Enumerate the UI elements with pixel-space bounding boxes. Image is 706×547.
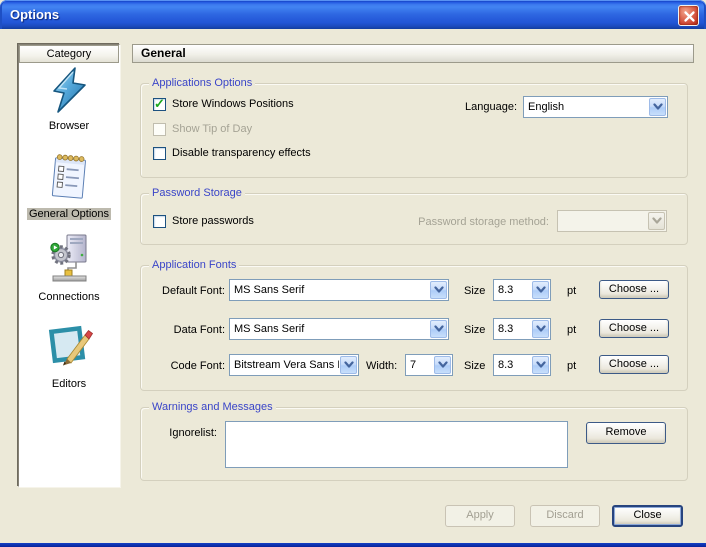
group-caption: Password Storage (149, 187, 245, 199)
sidebar-item-general-options[interactable]: General Options (19, 149, 119, 220)
code-font-size-value: 8.3 (498, 358, 531, 372)
checkbox-unchecked-icon[interactable] (153, 147, 166, 160)
data-font-label: Data Font: (149, 323, 225, 337)
default-font-size-value: 8.3 (498, 283, 531, 297)
data-font-size-select[interactable]: 8.3 (493, 318, 551, 340)
chevron-down-icon[interactable] (649, 98, 666, 116)
group-caption: Applications Options (149, 77, 255, 89)
options-dialog: Options Category (0, 0, 706, 547)
discard-button: Discard (530, 505, 600, 527)
choose-code-font-button[interactable]: Choose ... (599, 355, 669, 374)
titlebar[interactable]: Options (0, 0, 706, 29)
editor-frame-pencil-icon (45, 317, 93, 376)
data-font-size-value: 8.3 (498, 322, 531, 336)
size-label: Size (464, 284, 485, 298)
code-font-width-value: 7 (410, 358, 433, 372)
close-icon (682, 9, 697, 24)
checkbox-label: Store passwords (172, 215, 254, 227)
chevron-down-icon[interactable] (532, 320, 549, 338)
window-border-bottom (0, 543, 706, 547)
checkbox-label: Show Tip of Day (172, 123, 252, 135)
size-label: Size (464, 323, 485, 337)
checkbox-store-windows-positions[interactable]: Store Windows Positions (153, 97, 294, 111)
code-font-select[interactable]: Bitstream Vera Sans Mo (229, 354, 359, 376)
apply-button: Apply (445, 505, 515, 527)
checkbox-checked-icon[interactable] (153, 98, 166, 111)
size-label: Size (464, 359, 485, 373)
default-font-select[interactable]: MS Sans Serif (229, 279, 449, 301)
group-caption: Warnings and Messages (149, 401, 276, 413)
chevron-down-icon[interactable] (340, 356, 357, 374)
checkbox-show-tip-of-day: Show Tip of Day (153, 122, 252, 136)
chevron-down-icon[interactable] (532, 281, 549, 299)
language-label: Language: (441, 100, 517, 114)
page-title: General (132, 44, 694, 63)
sidebar-item-label: General Options (19, 208, 119, 220)
ignorelist-label: Ignorelist: (149, 426, 217, 440)
chevron-down-icon[interactable] (532, 356, 549, 374)
sidebar-item-label: Connections (19, 291, 119, 303)
language-value: English (528, 100, 648, 114)
sidebar-item-label: Browser (19, 120, 119, 132)
group-warnings-messages: Warnings and Messages Ignorelist: Remove (140, 407, 688, 481)
code-font-value: Bitstream Vera Sans Mo (234, 358, 339, 372)
code-font-label: Code Font: (149, 359, 225, 373)
group-caption: Application Fonts (149, 259, 239, 271)
data-font-value: MS Sans Serif (234, 322, 429, 336)
pt-unit-label: pt (567, 284, 576, 298)
notepad-icon (45, 149, 93, 206)
checkbox-disable-transparency[interactable]: Disable transparency effects (153, 146, 311, 160)
close-dialog-button[interactable]: Close (612, 505, 683, 527)
width-label: Width: (366, 359, 397, 373)
pt-unit-label: pt (567, 359, 576, 373)
choose-data-font-button[interactable]: Choose ... (599, 319, 669, 338)
default-font-size-select[interactable]: 8.3 (493, 279, 551, 301)
sidebar-item-editors[interactable]: Editors (19, 317, 119, 390)
sidebar-item-browser[interactable]: Browser (19, 65, 119, 132)
pt-unit-label: pt (567, 323, 576, 337)
checkbox-unchecked-icon (153, 123, 166, 136)
category-header: Category (19, 45, 119, 63)
checkbox-label: Disable transparency effects (172, 147, 311, 159)
chevron-down-icon[interactable] (430, 320, 447, 338)
sidebar-item-label: Editors (19, 378, 119, 390)
window-title: Options (10, 7, 59, 22)
code-font-size-select[interactable]: 8.3 (493, 354, 551, 376)
group-password-storage: Password Storage Store passwords Passwor… (140, 193, 688, 245)
group-application-fonts: Application Fonts Default Font: MS Sans … (140, 265, 688, 391)
checkbox-unchecked-icon[interactable] (153, 215, 166, 228)
chevron-down-icon[interactable] (434, 356, 451, 374)
default-font-label: Default Font: (149, 284, 225, 298)
checkbox-label: Store Windows Positions (172, 98, 294, 110)
network-computer-icon (45, 232, 93, 289)
group-applications-options: Applications Options Store Windows Posit… (140, 83, 688, 178)
category-list: Category Browser (18, 44, 120, 487)
code-font-width-select[interactable]: 7 (405, 354, 453, 376)
password-method-label: Password storage method: (361, 215, 549, 229)
default-font-value: MS Sans Serif (234, 283, 429, 297)
ignorelist-listbox[interactable] (225, 421, 568, 468)
chevron-down-icon[interactable] (430, 281, 447, 299)
close-button[interactable] (678, 5, 699, 26)
data-font-select[interactable]: MS Sans Serif (229, 318, 449, 340)
language-select[interactable]: English (523, 96, 668, 118)
sidebar-item-connections[interactable]: Connections (19, 232, 119, 303)
remove-button[interactable]: Remove (586, 422, 666, 444)
chevron-down-icon (648, 212, 665, 230)
password-method-select (557, 210, 667, 232)
checkbox-store-passwords[interactable]: Store passwords (153, 214, 254, 228)
choose-default-font-button[interactable]: Choose ... (599, 280, 669, 299)
lightning-icon (45, 65, 93, 118)
